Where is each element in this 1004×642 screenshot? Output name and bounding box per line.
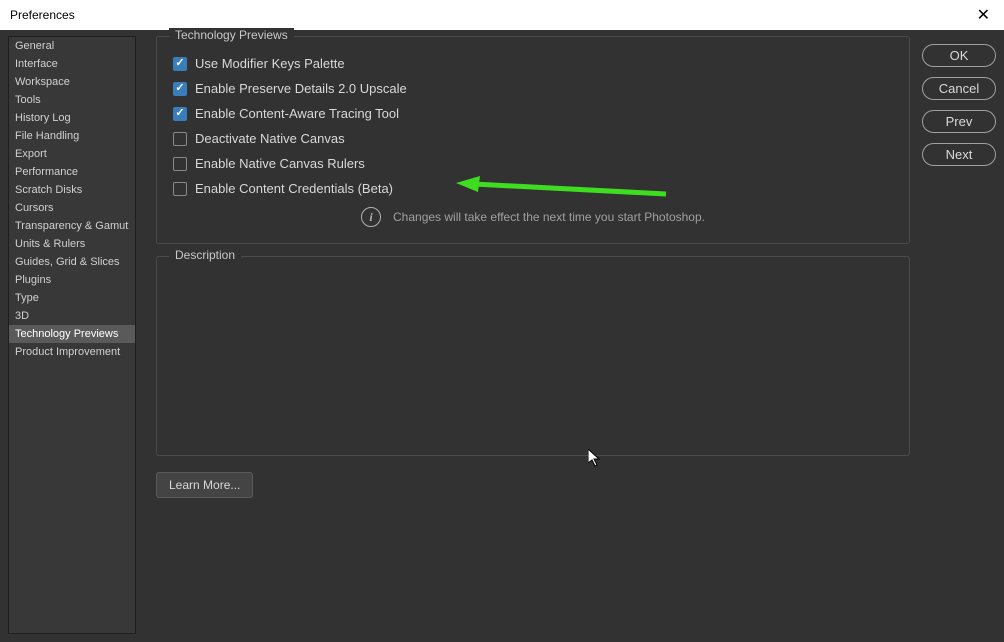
option-content-credentials: Enable Content Credentials (Beta) <box>173 176 893 201</box>
description-group: Description <box>156 256 910 456</box>
sidebar-item-performance[interactable]: Performance <box>9 163 135 181</box>
option-label: Enable Content Credentials (Beta) <box>195 181 393 196</box>
option-label: Deactivate Native Canvas <box>195 131 345 146</box>
sidebar-item-product-improvement[interactable]: Product Improvement <box>9 343 135 361</box>
sidebar-item-history-log[interactable]: History Log <box>9 109 135 127</box>
checkbox-native-canvas-rulers[interactable] <box>173 157 187 171</box>
ok-button[interactable]: OK <box>922 44 996 67</box>
sidebar-item-transparency-gamut[interactable]: Transparency & Gamut <box>9 217 135 235</box>
titlebar: Preferences ✕ <box>0 0 1004 30</box>
cancel-button[interactable]: Cancel <box>922 77 996 100</box>
learn-more-button[interactable]: Learn More... <box>156 472 253 498</box>
main-area: General Interface Workspace Tools Histor… <box>0 30 1004 642</box>
technology-previews-group: Technology Previews Use Modifier Keys Pa… <box>156 36 910 244</box>
info-icon: i <box>361 207 381 227</box>
option-preserve-details: Enable Preserve Details 2.0 Upscale <box>173 76 893 101</box>
checkbox-modifier-keys[interactable] <box>173 57 187 71</box>
sidebar-item-cursors[interactable]: Cursors <box>9 199 135 217</box>
sidebar-item-tools[interactable]: Tools <box>9 91 135 109</box>
window-title: Preferences <box>10 8 75 22</box>
description-title: Description <box>169 248 241 262</box>
sidebar-item-3d[interactable]: 3D <box>9 307 135 325</box>
checkbox-deactivate-native-canvas[interactable] <box>173 132 187 146</box>
option-label: Use Modifier Keys Palette <box>195 56 345 71</box>
sidebar-item-technology-previews[interactable]: Technology Previews <box>9 325 135 343</box>
sidebar-item-scratch-disks[interactable]: Scratch Disks <box>9 181 135 199</box>
sidebar-item-guides-grid-slices[interactable]: Guides, Grid & Slices <box>9 253 135 271</box>
sidebar-item-interface[interactable]: Interface <box>9 55 135 73</box>
next-button[interactable]: Next <box>922 143 996 166</box>
notice-text: Changes will take effect the next time y… <box>393 210 705 224</box>
sidebar-item-workspace[interactable]: Workspace <box>9 73 135 91</box>
notice-row: i Changes will take effect the next time… <box>173 207 893 227</box>
sidebar-item-file-handling[interactable]: File Handling <box>9 127 135 145</box>
option-label: Enable Preserve Details 2.0 Upscale <box>195 81 407 96</box>
group-title: Technology Previews <box>169 28 294 42</box>
option-native-canvas-rulers: Enable Native Canvas Rulers <box>173 151 893 176</box>
content-panel: Technology Previews Use Modifier Keys Pa… <box>136 36 922 634</box>
checkbox-content-credentials[interactable] <box>173 182 187 196</box>
checkbox-preserve-details[interactable] <box>173 82 187 96</box>
sidebar-item-plugins[interactable]: Plugins <box>9 271 135 289</box>
dialog-buttons: OK Cancel Prev Next <box>922 36 996 634</box>
option-deactivate-native-canvas: Deactivate Native Canvas <box>173 126 893 151</box>
option-content-aware-tracing: Enable Content-Aware Tracing Tool <box>173 101 893 126</box>
sidebar-item-general[interactable]: General <box>9 37 135 55</box>
option-modifier-keys: Use Modifier Keys Palette <box>173 51 893 76</box>
sidebar-item-type[interactable]: Type <box>9 289 135 307</box>
checkbox-content-aware-tracing[interactable] <box>173 107 187 121</box>
option-label: Enable Native Canvas Rulers <box>195 156 365 171</box>
prev-button[interactable]: Prev <box>922 110 996 133</box>
close-icon[interactable]: ✕ <box>973 5 994 25</box>
sidebar-item-units-rulers[interactable]: Units & Rulers <box>9 235 135 253</box>
sidebar: General Interface Workspace Tools Histor… <box>8 36 136 634</box>
sidebar-item-export[interactable]: Export <box>9 145 135 163</box>
option-label: Enable Content-Aware Tracing Tool <box>195 106 399 121</box>
